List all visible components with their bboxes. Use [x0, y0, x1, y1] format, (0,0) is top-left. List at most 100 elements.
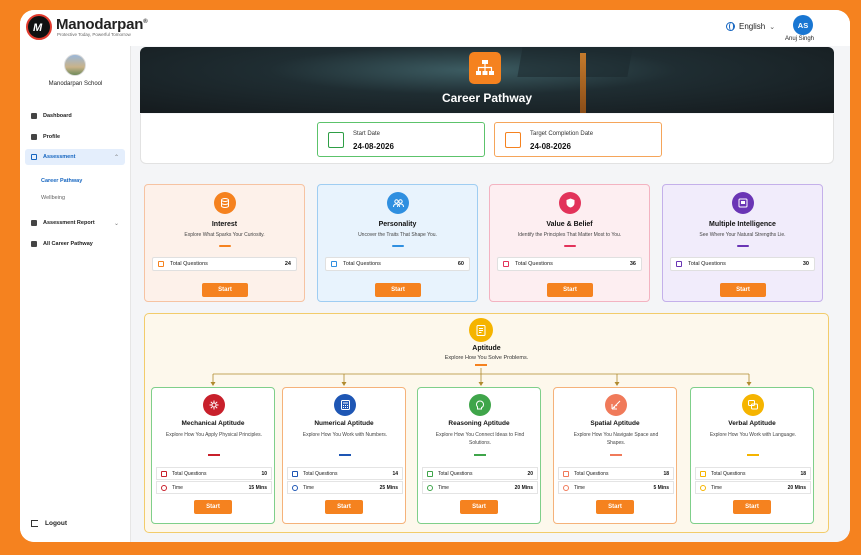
sidebar-item-assessment[interactable]: Assessment ⌃ — [25, 149, 125, 165]
time-row: Time 15 Mins — [156, 481, 272, 494]
clipboard-icon — [31, 154, 37, 160]
time-label: Time — [711, 484, 722, 491]
shield-icon — [559, 192, 581, 214]
card-description: Identify the Principles That Matter Most… — [517, 232, 622, 238]
value-belief-start-button[interactable]: Start — [547, 283, 593, 297]
mechanical-start-button[interactable]: Start — [194, 500, 232, 514]
time-row: Time 5 Mins — [558, 481, 674, 494]
hero-banner: Career Pathway — [140, 47, 834, 113]
verbal-aptitude-card: Verbal Aptitude Explore How You Work wit… — [690, 387, 814, 524]
divider — [219, 245, 231, 247]
card-description: Explore How You Navigate Space and Shape… — [573, 432, 659, 446]
clipboard-icon — [503, 261, 509, 267]
database-icon — [214, 192, 236, 214]
brand-name: Manodarpan® — [56, 16, 148, 33]
total-questions-label: Total Questions — [438, 470, 473, 477]
total-questions-row: Total Questions 10 — [156, 467, 272, 480]
card-description: See Where Your Natural Strengths Lie. — [699, 232, 786, 238]
total-questions-label: Total Questions — [170, 261, 208, 267]
total-questions-label: Total Questions — [711, 470, 746, 477]
target-date-value: 24-08-2026 — [530, 142, 571, 151]
card-title: Multiple Intelligence — [709, 221, 776, 228]
brand-logo-icon[interactable]: M — [26, 14, 52, 40]
sidebar-subitem-wellbeing[interactable]: Wellbeing — [41, 195, 65, 201]
chevron-down-icon: ⌄ — [113, 220, 119, 227]
sidebar-item-profile[interactable]: Profile — [25, 129, 125, 145]
logout-label: Logout — [45, 520, 68, 527]
total-questions-row: Total Questions 30 — [670, 257, 815, 271]
ruler-icon — [605, 394, 627, 416]
multiple-intelligence-card: Multiple Intelligence See Where Your Nat… — [662, 184, 823, 302]
language-selector[interactable]: English ⌄ — [726, 22, 775, 31]
total-questions-value: 20 — [527, 470, 533, 477]
total-questions-value: 14 — [392, 470, 398, 477]
verbal-start-button[interactable]: Start — [733, 500, 771, 514]
clipboard-icon — [563, 470, 569, 477]
time-label: Time — [574, 484, 585, 491]
chart-icon — [31, 220, 37, 226]
gear-icon — [203, 394, 225, 416]
multiple-intelligence-start-button[interactable]: Start — [720, 283, 766, 297]
time-row: Time 20 Mins — [695, 481, 811, 494]
logout-button[interactable]: Logout — [31, 520, 67, 527]
total-questions-row: Total Questions 36 — [497, 257, 642, 271]
org-chart-icon — [469, 52, 501, 84]
path-icon — [31, 241, 37, 247]
time-row: Time 25 Mins — [287, 481, 403, 494]
time-label: Time — [303, 484, 314, 491]
clipboard-icon — [292, 470, 298, 477]
people-icon — [387, 192, 409, 214]
target-date-card: Target Completion Date 24-08-2026 — [494, 122, 662, 157]
total-questions-value: 30 — [802, 261, 809, 267]
sidebar-subitem-career-pathway[interactable]: Career Pathway — [41, 178, 82, 184]
time-value: 25 Mins — [379, 484, 398, 491]
chevron-down-icon: ⌄ — [769, 23, 776, 31]
card-title: Interest — [211, 221, 238, 228]
numerical-start-button[interactable]: Start — [325, 500, 363, 514]
card-description: Explore How You Connect Ideas to Find So… — [435, 432, 525, 446]
spatial-aptitude-card: Spatial Aptitude Explore How You Navigat… — [553, 387, 677, 524]
interest-start-button[interactable]: Start — [202, 283, 248, 297]
start-date-label: Start Date — [353, 131, 381, 137]
user-avatar[interactable]: AS — [793, 15, 813, 35]
card-title: Verbal Aptitude — [728, 420, 776, 427]
main-content: Career Pathway Start Date 24-08-2026 Tar… — [131, 46, 850, 542]
clock-icon — [292, 484, 298, 491]
start-date-card: Start Date 24-08-2026 — [317, 122, 485, 157]
personality-start-button[interactable]: Start — [375, 283, 421, 297]
reasoning-start-button[interactable]: Start — [460, 500, 498, 514]
clock-icon — [700, 484, 706, 491]
time-value: 20 Mins — [514, 484, 533, 491]
divider — [339, 454, 351, 456]
sidebar-item-assessment-report[interactable]: Assessment Report ⌄ — [25, 215, 125, 231]
speech-bubble-icon — [742, 394, 764, 416]
total-questions-value: 60 — [457, 261, 464, 267]
card-title: Personality — [378, 221, 417, 228]
card-title: Mechanical Aptitude — [181, 420, 245, 427]
clipboard-icon — [700, 470, 706, 477]
school-logo — [64, 54, 86, 76]
total-questions-label: Total Questions — [688, 261, 726, 267]
spatial-start-button[interactable]: Start — [596, 500, 634, 514]
total-questions-value: 10 — [261, 470, 267, 477]
aptitude-section: Aptitude Explore How You Solve Problems.… — [144, 313, 829, 533]
sidebar-item-all-career-pathway[interactable]: All Career Pathway — [25, 236, 125, 252]
clipboard-icon — [427, 470, 433, 477]
divider — [392, 245, 404, 247]
calendar-icon — [328, 132, 344, 148]
logout-icon — [31, 520, 38, 527]
clock-icon — [161, 484, 167, 491]
total-questions-value: 24 — [284, 261, 291, 267]
time-row: Time 20 Mins — [422, 481, 538, 494]
sidebar-item-dashboard[interactable]: Dashboard — [25, 108, 125, 124]
time-label: Time — [438, 484, 449, 491]
top-bar: M Manodarpan® Protective Today, Powerful… — [20, 10, 850, 46]
total-questions-label: Total Questions — [574, 470, 609, 477]
card-title: Reasoning Aptitude — [448, 420, 510, 427]
sidebar-item-label: Assessment — [43, 154, 76, 160]
chevron-up-icon: ⌃ — [113, 154, 119, 161]
value-belief-card: Value & Belief Identify the Principles T… — [489, 184, 650, 302]
sidebar: Manodarpan School Dashboard Profile Asse… — [20, 46, 131, 542]
calculator-icon — [334, 394, 356, 416]
time-value: 20 Mins — [787, 484, 806, 491]
